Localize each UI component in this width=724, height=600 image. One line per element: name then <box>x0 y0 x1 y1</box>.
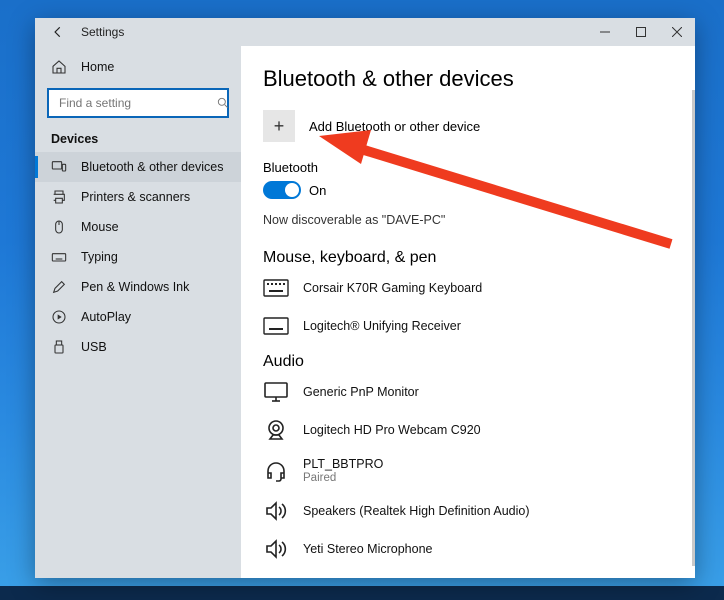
bluetooth-state: On <box>309 183 326 198</box>
group-audio-header: Audio <box>263 353 669 371</box>
settings-window: Settings Home Devices B <box>35 18 695 578</box>
keyboard-device-icon <box>263 277 289 299</box>
device-speakers[interactable]: Speakers (Realtek High Definition Audio) <box>263 500 669 522</box>
usb-icon <box>51 339 67 355</box>
sidebar-section-header: Devices <box>35 122 241 152</box>
add-device-button[interactable]: + Add Bluetooth or other device <box>263 110 669 142</box>
home-icon <box>51 59 67 75</box>
headset-icon <box>263 460 289 482</box>
scrollbar[interactable] <box>692 90 695 566</box>
device-yeti[interactable]: Yeti Stereo Microphone <box>263 538 669 560</box>
page-title: Bluetooth & other devices <box>263 66 669 92</box>
sidebar-item-printers[interactable]: Printers & scanners <box>35 182 241 212</box>
discoverable-text: Now discoverable as "DAVE-PC" <box>263 213 669 227</box>
pen-icon <box>51 279 67 295</box>
group-input-header: Mouse, keyboard, & pen <box>263 249 669 267</box>
sidebar-item-bluetooth[interactable]: Bluetooth & other devices <box>35 152 241 182</box>
device-plt-status: Paired <box>303 472 383 484</box>
bluetooth-label: Bluetooth <box>263 160 669 175</box>
titlebar: Settings <box>35 18 695 46</box>
printer-icon <box>51 189 67 205</box>
bluetooth-toggle[interactable] <box>263 181 301 199</box>
sidebar-item-pen[interactable]: Pen & Windows Ink <box>35 272 241 302</box>
autoplay-icon <box>51 309 67 325</box>
search-field[interactable] <box>57 95 216 111</box>
device-keyboard[interactable]: Corsair K70R Gaming Keyboard <box>263 277 669 299</box>
device-unifying[interactable]: Logitech® Unifying Receiver <box>263 315 669 337</box>
speaker-icon <box>263 500 289 522</box>
back-button[interactable] <box>49 23 67 41</box>
mouse-icon <box>51 219 67 235</box>
minimize-button[interactable] <box>587 18 623 46</box>
add-device-label: Add Bluetooth or other device <box>309 119 480 134</box>
content-pane: Bluetooth & other devices + Add Bluetoot… <box>241 46 695 578</box>
sidebar-item-autoplay[interactable]: AutoPlay <box>35 302 241 332</box>
search-input[interactable] <box>47 88 229 118</box>
sidebar-item-typing[interactable]: Typing <box>35 242 241 272</box>
device-monitor[interactable]: Generic PnP Monitor <box>263 381 669 403</box>
devices-icon <box>51 159 67 175</box>
sidebar-item-mouse[interactable]: Mouse <box>35 212 241 242</box>
device-webcam[interactable]: Logitech HD Pro Webcam C920 <box>263 419 669 441</box>
desktop-background: Settings Home Devices B <box>0 0 724 600</box>
speaker-icon <box>263 538 289 560</box>
taskbar[interactable] <box>0 586 724 600</box>
receiver-icon <box>263 315 289 337</box>
plus-icon: + <box>263 110 295 142</box>
maximize-button[interactable] <box>623 18 659 46</box>
search-icon <box>216 96 230 110</box>
webcam-icon <box>263 419 289 441</box>
keyboard-icon <box>51 249 67 265</box>
close-button[interactable] <box>659 18 695 46</box>
sidebar: Home Devices Bluetooth & other devices P… <box>35 46 241 578</box>
monitor-icon <box>263 381 289 403</box>
device-plt[interactable]: PLT_BBTPRO Paired <box>263 457 669 484</box>
sidebar-item-usb[interactable]: USB <box>35 332 241 362</box>
sidebar-home[interactable]: Home <box>35 52 241 82</box>
window-title: Settings <box>81 25 124 39</box>
